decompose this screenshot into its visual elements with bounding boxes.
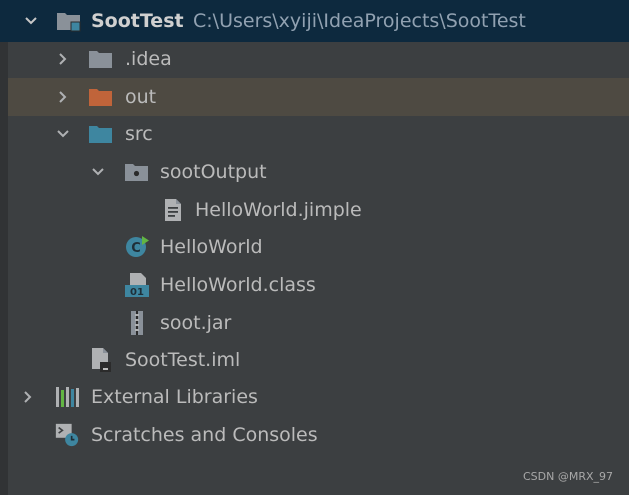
chevron-down-icon[interactable] [52,123,74,145]
chevron-right-icon[interactable] [52,86,74,108]
tree-row-hello-class-file[interactable]: 01 HelloWorld.class [8,266,629,304]
tree-row-hello-class[interactable]: C HelloWorld [8,228,629,266]
archive-icon [124,311,150,335]
tree-row-idea[interactable]: .idea [8,40,629,78]
tree-row-iml-file[interactable]: SootTest.iml [8,341,629,379]
excluded-folder-icon [88,85,114,109]
folder-icon [88,47,114,71]
node-label-jimple-file: HelloWorld.jimple [195,199,362,221]
tree-row-project-root[interactable]: SootTest C:\Users\xyiji\IdeaProjects\Soo… [0,0,629,42]
node-label-external-libraries: External Libraries [91,386,258,408]
tree-row-jimple-file[interactable]: HelloWorld.jimple [8,191,629,229]
project-path: C:\Users\xyiji\IdeaProjects\SootTest [193,10,526,32]
source-folder-icon [88,122,114,146]
package-icon [124,160,150,184]
tree-row-soot-jar[interactable]: soot.jar [8,304,629,342]
node-label-idea: .idea [125,48,172,70]
tree-row-external-libraries[interactable]: External Libraries [8,378,629,416]
module-file-icon [88,348,114,372]
node-label-hello-class-file: HelloWorld.class [160,274,316,296]
chevron-right-icon[interactable] [52,48,74,70]
project-folder-icon [56,9,82,33]
node-label-scratches: Scratches and Consoles [91,424,318,446]
project-name: SootTest [91,10,184,32]
class-file-icon: 01 [124,273,150,298]
tree-row-scratches[interactable]: Scratches and Consoles [8,416,629,454]
node-label-iml-file: SootTest.iml [125,349,241,371]
svg-text:C: C [131,241,141,256]
library-icon [54,385,80,409]
tree-row-soot-output[interactable]: sootOutput [8,153,629,191]
tree-left-gutter [0,0,8,495]
watermark-text: CSDN @MRX_97 [522,470,613,483]
node-label-out: out [125,86,157,108]
scratches-icon [54,423,80,447]
node-label-src: src [125,123,153,145]
node-label-soot-output: sootOutput [160,161,267,183]
node-label-hello-class: HelloWorld [160,236,263,258]
java-class-icon: C [124,235,150,259]
chevron-down-icon[interactable] [87,161,109,183]
tree-row-src[interactable]: src [8,115,629,153]
text-file-icon [160,198,186,222]
tree-row-out[interactable]: out [8,78,629,116]
svg-text:01: 01 [130,287,144,298]
project-tree: SootTest C:\Users\xyiji\IdeaProjects\Soo… [0,0,629,495]
node-label-soot-jar: soot.jar [160,312,232,334]
chevron-right-icon[interactable] [17,386,39,408]
chevron-down-icon[interactable] [20,10,42,32]
